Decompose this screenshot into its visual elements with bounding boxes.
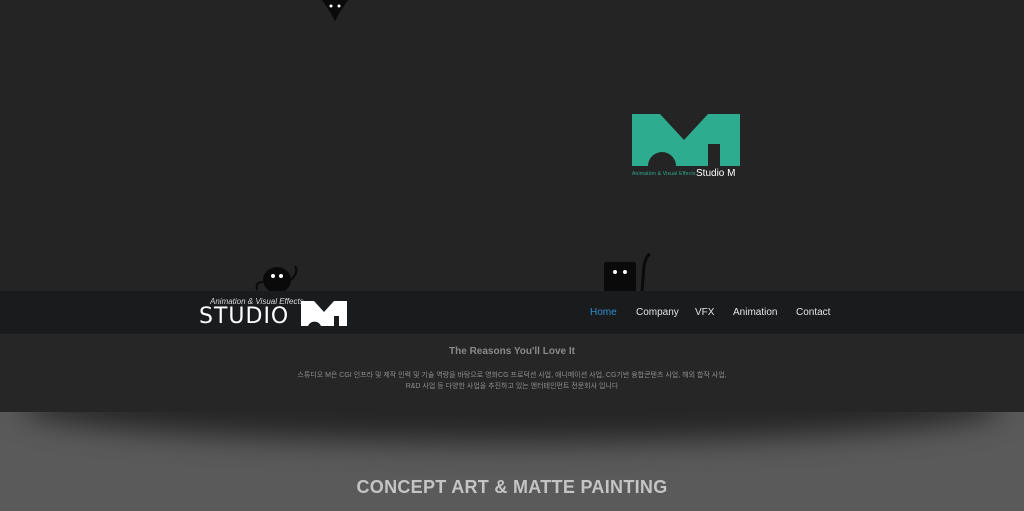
blob-creature-illustration: [255, 265, 298, 292]
nav-item-contact[interactable]: Contact: [796, 307, 830, 318]
nav-logo-text: STUDIO: [199, 304, 290, 329]
reasons-title: The Reasons You'll Love It: [449, 346, 575, 357]
hero-logo-name: Studio M: [696, 168, 736, 179]
hero-logo-tagline: Animation & Visual Effects: [632, 171, 696, 177]
hero-banner: [0, 0, 1024, 291]
section-shadow: [20, 412, 1004, 442]
nav-item-company[interactable]: Company: [636, 307, 679, 318]
reasons-line-2: R&D 사업 등 다양한 사업을 추진하고 있는 엔터테인먼트 전문회사 입니다: [405, 383, 619, 390]
nav-logo[interactable]: Animation & Visual Effects STUDIO: [199, 297, 351, 329]
concept-art-title: CONCEPT ART & MATTE PAINTING: [356, 477, 668, 497]
box-creature-illustration: [604, 252, 651, 292]
nav-logo-m-mark: [301, 301, 347, 326]
hero-logo: Animation & Visual Effects Studio M: [630, 112, 742, 182]
nav-item-home[interactable]: Home: [590, 307, 617, 318]
nav-item-animation[interactable]: Animation: [733, 307, 777, 318]
reasons-line-1: 스튜디오 M은 CGI 인프라 및 제작 인력 및 기술 역량을 바탕으로 영화…: [297, 372, 727, 379]
main-navbar: [0, 291, 1024, 334]
hanging-creature-illustration: [322, 0, 348, 21]
reasons-description: 스튜디오 M은 CGI 인프라 및 제작 인력 및 기술 역량을 바탕으로 영화…: [262, 370, 762, 392]
nav-item-vfx[interactable]: VFX: [695, 307, 714, 318]
studio-m-logo-mark: [632, 114, 740, 166]
